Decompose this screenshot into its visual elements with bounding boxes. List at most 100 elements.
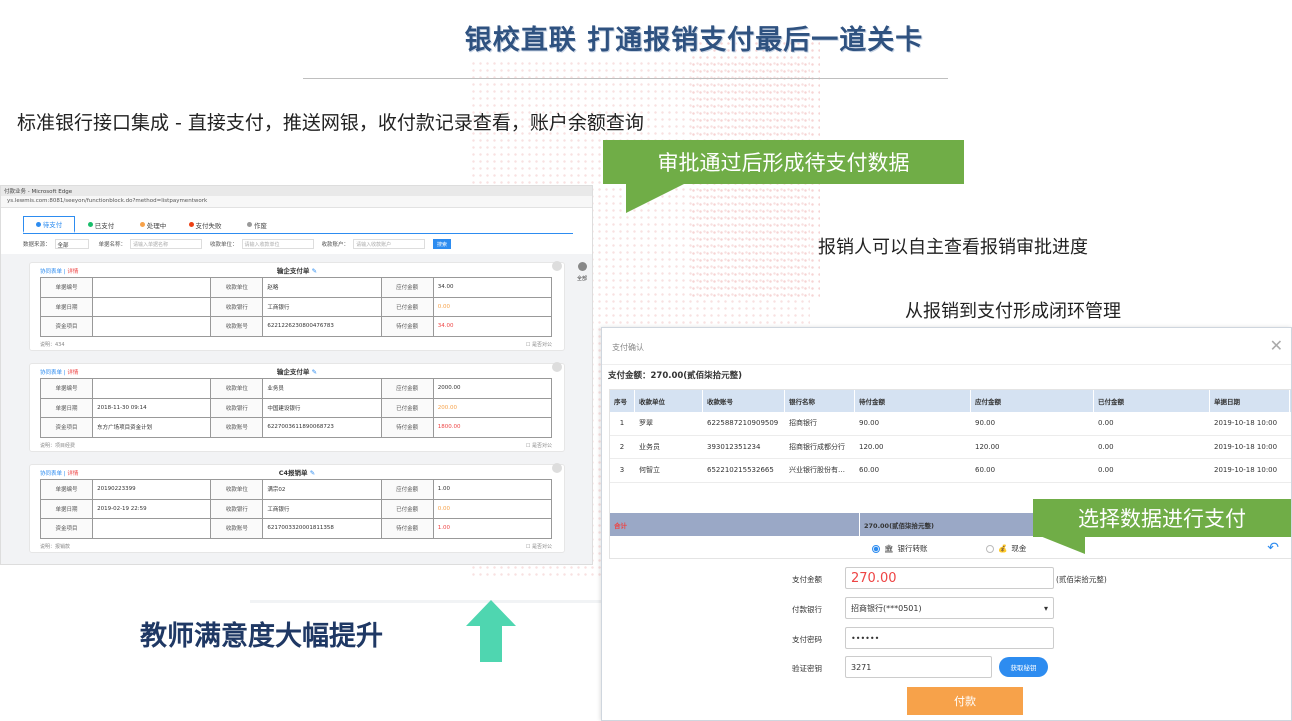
label-paid: 已付金额 <box>380 397 434 418</box>
payment-status-tabs: 待支付 已支付 处理中 支付失败 作废 <box>23 216 573 234</box>
edit-icon[interactable]: ✎ <box>312 368 317 376</box>
label-payee: 收款单位 <box>210 378 264 399</box>
payee-label: 收款单位： <box>210 242 238 248</box>
paid: 0.00 <box>432 498 553 519</box>
processing-icon <box>139 222 145 227</box>
table-cell: 招商银行 <box>785 412 855 435</box>
table-row[interactable]: 2 业务员 393012351234 招商银行成都分行 120.00 120.00 0.00… <box>610 435 1291 459</box>
note-progress: 报销人可以自主查看报销审批进度 <box>818 237 1088 258</box>
card-table: 单据编号 收款单位 业务员 应付金额 2000.00 单据日期 2018-11-30 … <box>39 378 553 438</box>
bank-icon: 🏛 <box>884 544 894 553</box>
table-row[interactable]: 1 罗翠 6225887210909509 招商银行 90.00 90.00 0.00 201… <box>610 412 1291 436</box>
bank: 工商银行 <box>262 296 382 317</box>
table-cell: 2 <box>610 435 635 458</box>
tab-pending[interactable]: 待支付 <box>23 216 75 233</box>
account: 6221226230800476783 <box>262 316 382 337</box>
label-account: 收款账号 <box>210 417 264 438</box>
table-cell: 何智立 <box>635 459 703 482</box>
up-arrow-icon <box>466 600 516 662</box>
public-checkbox[interactable]: ☐ 是否对公 <box>526 442 552 449</box>
bill-date: 2019-02-19 22:59 <box>92 498 212 519</box>
fund-item: 东方广场项目资金计划 <box>92 417 212 438</box>
label-fund-item: 资金项目 <box>39 518 94 539</box>
topay: 34.00 <box>432 316 553 337</box>
table-cell: 1 <box>610 412 635 435</box>
bank-select-value: 招商银行(***0501) <box>851 603 922 613</box>
tab-processing[interactable]: 处理中 <box>127 216 179 233</box>
select-radio-icon[interactable] <box>552 362 562 372</box>
pay-method-cash-label: 现金 <box>1011 544 1027 553</box>
side-filter[interactable]: 全部 <box>573 262 591 282</box>
callout-select: 选择数据进行支付 <box>1033 499 1291 537</box>
pay-method-cash[interactable]: 💰 现金 <box>986 543 1026 554</box>
label-topay: 待付金额 <box>380 417 434 438</box>
select-radio-icon[interactable] <box>552 261 562 271</box>
account: 6227003611890068723 <box>262 417 382 438</box>
column-header: 序号 <box>610 390 635 412</box>
column-header: 待付金额 <box>855 390 971 412</box>
column-header: 应付金额 <box>971 390 1094 412</box>
code-field[interactable]: 3271 <box>845 656 992 678</box>
topay: 1.00 <box>432 518 553 539</box>
password-field[interactable]: •••••• <box>845 627 1054 649</box>
pay-button[interactable]: 付款 <box>907 687 1023 715</box>
filter-bar: 数据来源： 全部 单据名称： 请输入单据名称 收款单位： 请输入收款单位 收款账… <box>23 238 592 250</box>
label-bill-date: 单据日期 <box>39 498 94 519</box>
public-check-label: 是否对公 <box>531 543 552 550</box>
get-code-button[interactable]: 获取秘钥 <box>999 657 1048 677</box>
edit-icon[interactable]: ✎ <box>310 469 315 477</box>
payable: 1.00 <box>432 479 553 500</box>
payee: 业务员 <box>262 378 382 399</box>
payment-card: 协同表单 | 详情 输企支付单 ✎ 单据编号 收款单位 业务员 应付金额 2000.… <box>29 362 565 452</box>
bill-name-input[interactable]: 请输入单据名称 <box>130 239 203 249</box>
title-divider <box>303 78 948 79</box>
card-header: 协同表单 | 详情 输企支付单 ✎ <box>30 362 564 378</box>
tab-failed[interactable]: 支付失败 <box>179 216 231 233</box>
payee: 满宗02 <box>262 479 382 500</box>
column-header: 银行名称 <box>785 390 855 412</box>
source-select[interactable]: 全部 <box>54 239 89 249</box>
payee-input[interactable]: 请输入收款单位 <box>241 239 314 249</box>
label-paid: 已付金额 <box>380 498 434 519</box>
tab-paid[interactable]: 已支付 <box>75 216 127 233</box>
payment-card-list: 协同表单 | 详情 输企支付单 ✎ 单据编号 收款单位 赵略 应付金额 34.00 … <box>1 254 592 564</box>
account-input[interactable]: 请输入收款账户 <box>353 239 426 249</box>
bank-select[interactable]: 招商银行(***0501) ▾ <box>845 597 1054 619</box>
table-row[interactable]: 3 何智立 652210215532665 兴业银行股份有… 60.00 60.00 0.0… <box>610 459 1291 483</box>
bill-no: 20190223399 <box>92 479 212 500</box>
select-radio-icon[interactable] <box>552 463 562 473</box>
tab-void[interactable]: 作废 <box>231 216 283 233</box>
page-title: 银校直联 打通报销支付最后一道关卡 <box>464 25 924 56</box>
amount-field[interactable]: 270.00 <box>845 567 1054 589</box>
bank: 中国建设银行 <box>262 397 382 418</box>
label-bank: 收款银行 <box>210 397 264 418</box>
label-bill-no: 单据编号 <box>39 277 94 298</box>
bank-label: 付款银行 <box>792 605 822 614</box>
table-cell: 2019-10-18 10:00 <box>1210 412 1290 435</box>
search-button[interactable]: 搜索 <box>433 239 452 249</box>
card-footer: 说明：报销款 ☐ 是否对公 <box>30 539 564 552</box>
payment-card: 协同表单 | 详情 输企支付单 ✎ 单据编号 收款单位 赵略 应付金额 34.00 … <box>29 261 565 351</box>
table-cell: 0.00 <box>1094 435 1210 458</box>
label-payable: 应付金额 <box>380 479 434 500</box>
undo-icon[interactable]: ↶ <box>1267 540 1279 556</box>
source-label: 数据来源： <box>23 242 51 248</box>
card-header: 协同表单 | 详情 输企支付单 ✎ <box>30 261 564 277</box>
account: 6217003320001811358 <box>262 518 382 539</box>
pending-icon <box>35 221 41 227</box>
bill-no <box>92 277 212 298</box>
card-footer: 说明：434 ☐ 是否对公 <box>30 337 564 350</box>
public-checkbox[interactable]: ☐ 是否对公 <box>526 341 552 348</box>
close-icon[interactable]: ✕ <box>1270 336 1283 355</box>
table-cell: 652210215532665 <box>703 459 785 482</box>
public-check-label: 是否对公 <box>531 341 552 348</box>
dialog-title: 支付确认 <box>612 343 644 352</box>
paid: 200.00 <box>432 397 553 418</box>
pay-method-bank[interactable]: 🏛 银行转账 <box>872 543 928 554</box>
card-header: 协同表单 | 详情 C4报销单 ✎ <box>30 463 564 479</box>
public-checkbox[interactable]: ☐ 是否对公 <box>526 543 552 550</box>
edit-icon[interactable]: ✎ <box>312 267 317 275</box>
browser-address-bar[interactable]: ys.lewmis.com:8081/seeyon/functionblock.… <box>1 196 592 208</box>
card-table: 单据编号 收款单位 赵略 应付金额 34.00 单据日期 收款银行 工商银行 已付金额… <box>39 277 553 337</box>
label-bill-date: 单据日期 <box>39 296 94 317</box>
